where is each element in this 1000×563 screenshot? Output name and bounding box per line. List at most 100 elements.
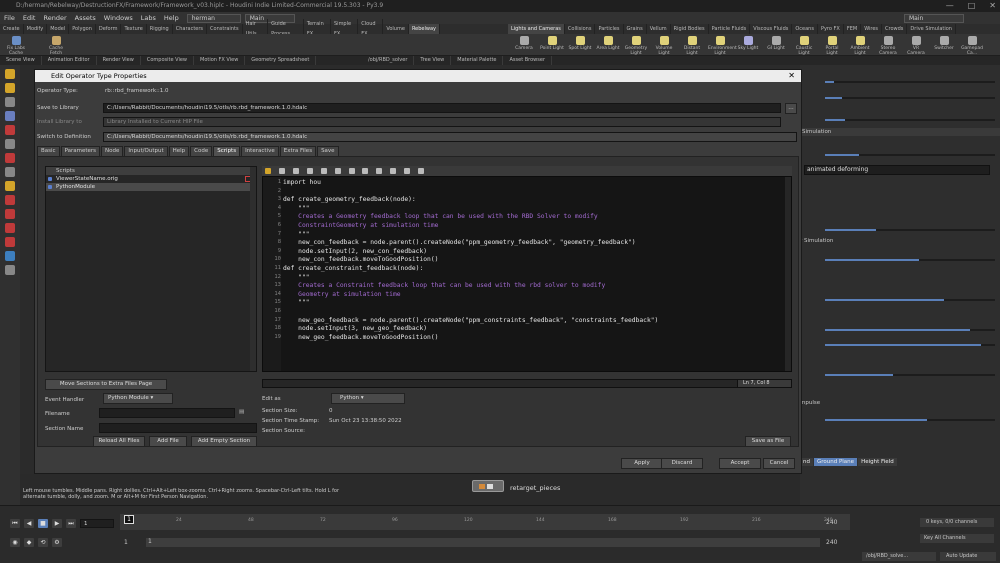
save-to-library-field[interactable]: C:/Users/Rabbit/Documents/houdini19.5/ot… <box>103 103 781 113</box>
param-slider[interactable] <box>825 299 995 301</box>
camera-tool-icon[interactable] <box>5 251 15 261</box>
param-slider[interactable] <box>825 329 995 331</box>
shelf-tab-model[interactable]: Model <box>47 24 70 34</box>
param-slider[interactable] <box>825 344 995 346</box>
param-slider-row[interactable] <box>805 255 995 264</box>
minimize-button[interactable]: — <box>946 0 954 12</box>
param-slider[interactable] <box>825 419 995 421</box>
paint-icon[interactable] <box>5 237 15 247</box>
pane-tab-composite-view[interactable]: Composite View <box>141 56 194 65</box>
filename-field[interactable] <box>99 408 235 418</box>
simulation-tab[interactable]: Simulation <box>800 128 1000 136</box>
reload-all-files-button[interactable]: Reload All Files <box>93 436 145 447</box>
close-window-button[interactable]: ✕ <box>989 0 996 12</box>
shelf-tab-create[interactable]: Create <box>0 24 24 34</box>
shelf-tool-portal-light[interactable]: Portal Light <box>820 36 844 56</box>
section-name-field[interactable] <box>99 423 257 433</box>
desktop-selector-far[interactable]: Main <box>904 13 964 23</box>
shelf-tool-stereo-camera[interactable]: Stereo Camera <box>876 36 900 56</box>
shelf-tool-spot-light[interactable]: Spot Light <box>568 36 592 51</box>
handle-icon[interactable] <box>5 125 15 135</box>
tab-parameters[interactable]: Parameters <box>60 146 101 156</box>
param-slider[interactable] <box>825 81 995 83</box>
current-frame-field[interactable]: 1 <box>80 519 114 528</box>
tab-node[interactable]: Node <box>101 146 124 156</box>
magnet-icon[interactable] <box>5 195 15 205</box>
shelf-tab-rigid-bodies[interactable]: Rigid Bodies <box>671 24 709 34</box>
comment-icon[interactable] <box>390 168 397 174</box>
replace-icon[interactable] <box>348 168 355 174</box>
key-all-channels-button[interactable]: Key All Channels <box>920 534 994 543</box>
param-tab-height-field[interactable]: Height Field <box>858 458 897 466</box>
render-tool-icon[interactable] <box>5 265 15 275</box>
add-empty-section-button[interactable]: Add Empty Section <box>191 436 257 447</box>
realtime-icon[interactable]: ◉ <box>10 538 20 547</box>
indent-icon[interactable] <box>362 168 369 174</box>
param-slider[interactable] <box>825 154 995 156</box>
shelf-tool-area-light[interactable]: Area Light <box>596 36 620 51</box>
shelf-tab-volume[interactable]: Volume <box>383 24 409 34</box>
cut-icon[interactable] <box>292 168 299 174</box>
shelf-tab-texture[interactable]: Texture <box>121 24 147 34</box>
param-slider-row[interactable] <box>805 225 995 234</box>
code-editor[interactable]: 1 import hou 2 3 def create_geometry_feedbac… <box>262 176 792 372</box>
timeline-bar[interactable]: 1 24 48 72 96 120 144 168 192 216 240 <box>120 514 850 530</box>
shelf-tab-rigging[interactable]: Rigging <box>147 24 173 34</box>
shelf-tab-particle-fluids[interactable]: Particle Fluids <box>709 24 751 34</box>
save-as-file-button[interactable]: Save as File <box>745 436 791 447</box>
tab-interactive[interactable]: Interactive <box>241 146 279 156</box>
shelf-tab-crowds[interactable]: Crowds <box>882 24 908 34</box>
paste-icon[interactable] <box>320 168 327 174</box>
scripts-scrollbar[interactable] <box>250 167 256 371</box>
shelf-tab-vellum[interactable]: Vellum <box>647 24 671 34</box>
scale-icon[interactable] <box>5 111 15 121</box>
range-slider[interactable]: 1 <box>146 538 820 547</box>
shelf-tab-characters[interactable]: Characters <box>173 24 208 34</box>
tab-extra-files[interactable]: Extra Files <box>279 146 317 156</box>
playhead[interactable]: 1 <box>124 515 134 524</box>
shelf-tab-lights-and-cameras[interactable]: Lights and Cameras <box>508 24 565 34</box>
shelf-tool-distant-light[interactable]: Distant Light <box>680 36 704 56</box>
copy-icon[interactable] <box>306 168 313 174</box>
pane-tab-geometry-spreadsheet[interactable]: Geometry Spreadsheet <box>245 56 317 65</box>
pane-tab-render-view[interactable]: Render View <box>97 56 141 65</box>
settings-icon[interactable] <box>418 168 425 174</box>
file-chooser-icon[interactable]: ▤ <box>239 409 244 415</box>
uncomment-icon[interactable] <box>404 168 411 174</box>
script-item-viewerstate[interactable]: ViewerStateName.orig <box>46 175 256 183</box>
param-slider-row[interactable] <box>805 295 995 304</box>
shelf-tab-particles[interactable]: Particles <box>595 24 624 34</box>
param-tab-ground-plane[interactable]: Ground Plane <box>813 458 858 466</box>
param-slider-row[interactable] <box>805 115 995 124</box>
script-item-pythonmodule[interactable]: PythonModule <box>46 183 256 191</box>
shelf-tool-point-light[interactable]: Point Light <box>540 36 564 51</box>
path-field[interactable]: /obj/RBD_solve... <box>862 552 936 561</box>
discard-button[interactable]: Discard <box>661 458 703 469</box>
redo-icon[interactable] <box>278 168 285 174</box>
editor-scrollbar[interactable] <box>785 177 791 371</box>
dialog-close-button[interactable]: ✕ <box>788 70 795 82</box>
shelf-tab-modify[interactable]: Modify <box>24 24 48 34</box>
find-icon[interactable] <box>334 168 341 174</box>
shelf-tab-deform[interactable]: Deform <box>96 24 122 34</box>
accept-button[interactable]: Accept <box>719 458 761 469</box>
param-slider-row[interactable] <box>805 77 995 86</box>
pane-tab-scene-view[interactable]: Scene View <box>0 56 42 65</box>
rotate-icon[interactable] <box>5 97 15 107</box>
sculpt-icon[interactable] <box>5 181 15 191</box>
param-slider[interactable] <box>825 97 995 99</box>
param-slider-row[interactable] <box>805 93 995 102</box>
shelf-tab-viscous-fluids[interactable]: Viscous Fluids <box>750 24 793 34</box>
animated-deforming-field[interactable]: animated deforming <box>804 165 990 175</box>
pane-tab-obj-rbd-solver[interactable]: /obj/RBD_solver <box>362 56 415 65</box>
move-sections-button[interactable]: Move Sections to Extra Files Page <box>45 379 167 390</box>
param-slider-row[interactable] <box>805 340 995 349</box>
tab-basic[interactable]: Basic <box>37 146 60 156</box>
pane-tab-motion-fx-view[interactable]: Motion FX View <box>194 56 246 65</box>
tab-save[interactable]: Save <box>317 146 339 156</box>
shelf-tool-volume-light[interactable]: Volume Light <box>652 36 676 56</box>
shelf-tab-oceans[interactable]: Oceans <box>792 24 818 34</box>
apply-button[interactable]: Apply <box>621 458 663 469</box>
shelf-tool-environment-light[interactable]: Environment Light <box>708 36 737 56</box>
shelf-tool-fix-labs-cache[interactable]: Fix Labs Cache <box>4 36 28 56</box>
